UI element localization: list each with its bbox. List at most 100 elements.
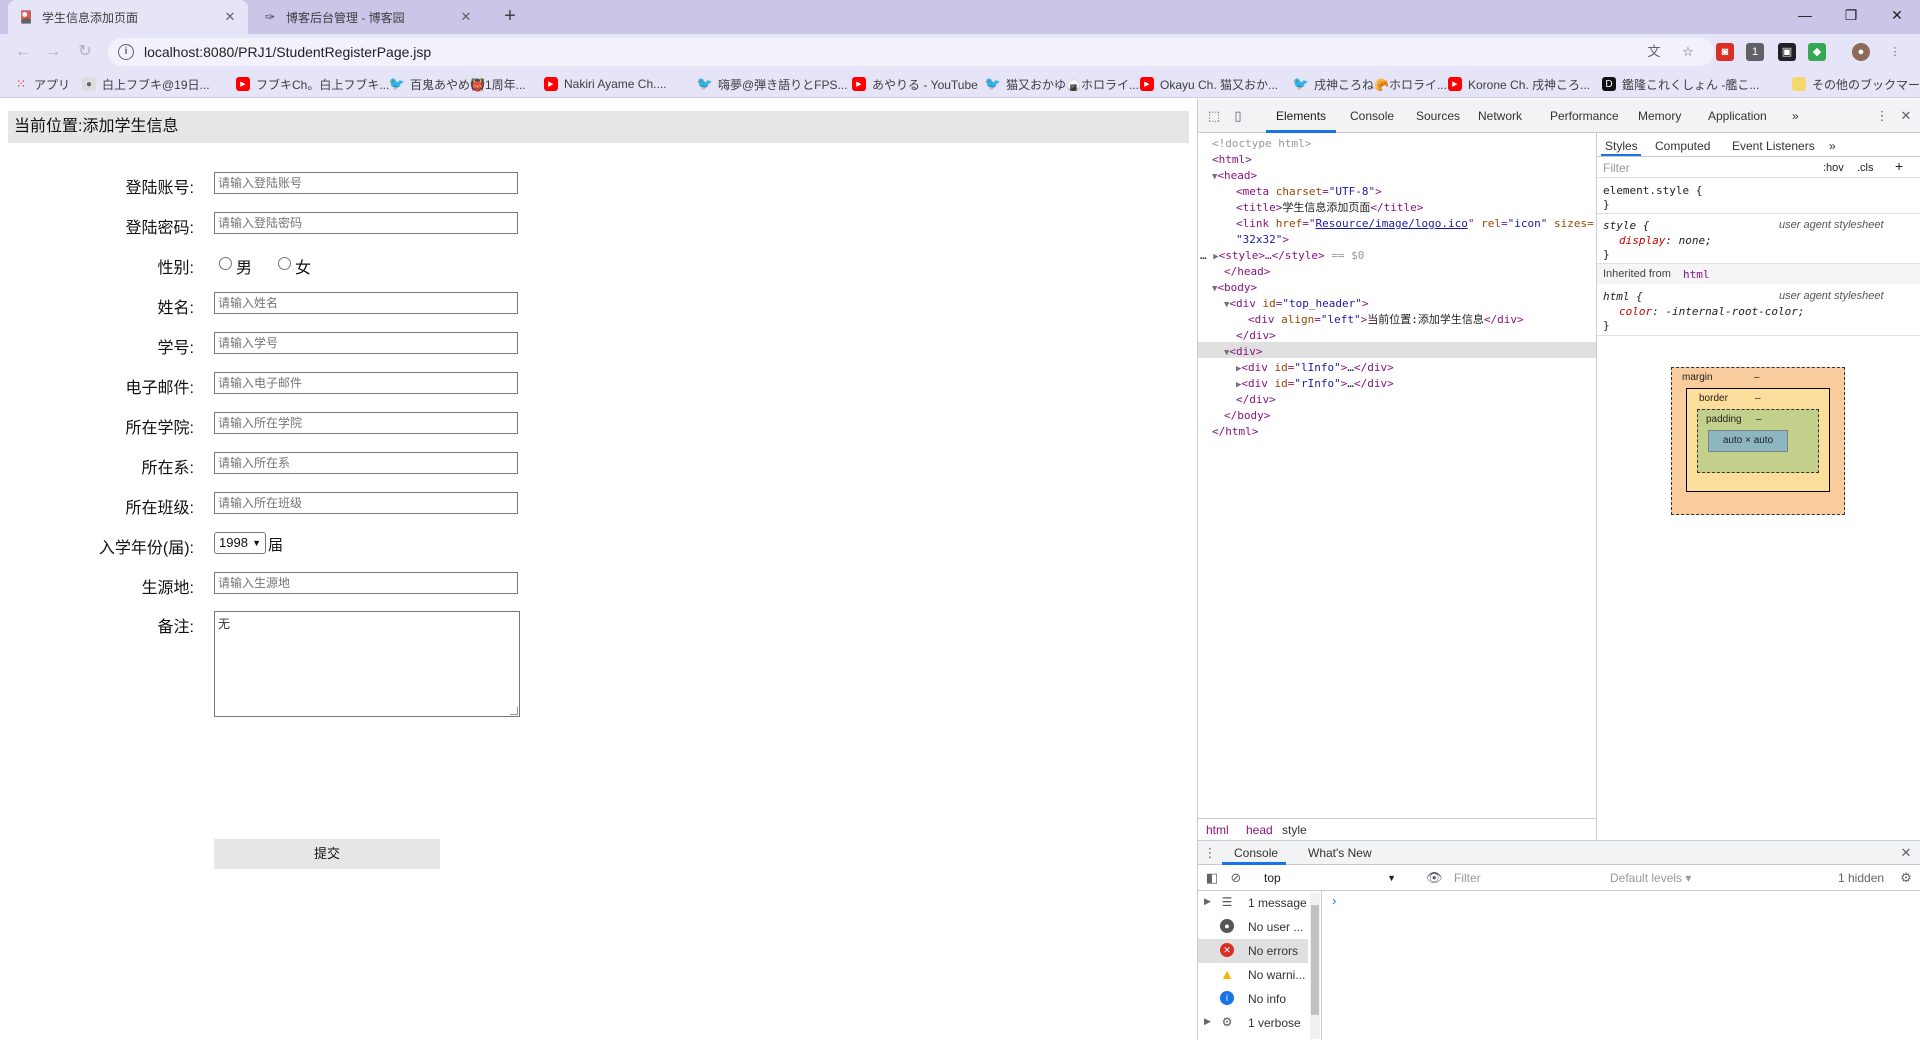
new-tab-button[interactable]: + xyxy=(498,5,522,29)
hov-toggle[interactable]: :hov xyxy=(1823,161,1844,176)
context-select[interactable]: top ▼ xyxy=(1264,868,1404,888)
tab-whats-new[interactable]: What's New xyxy=(1308,846,1372,860)
sidebar-toggle-icon[interactable]: ◧ xyxy=(1204,870,1220,886)
tab-sources[interactable]: Sources xyxy=(1416,109,1460,123)
tab-computed[interactable]: Computed xyxy=(1655,139,1710,153)
class-input[interactable]: 请输入所在班级 xyxy=(214,492,518,514)
dom-node[interactable]: <meta charset="UTF-8"> xyxy=(1236,184,1382,200)
tab-student-register[interactable]: 🎴 学生信息添加页面 ✕ xyxy=(8,0,248,34)
element-style-rule[interactable]: element.style { xyxy=(1603,183,1702,198)
password-input[interactable]: 请输入登陆密码 xyxy=(214,212,518,234)
bookmark-item[interactable]: 🐦 嗨夢@弾き語りとFPS... xyxy=(697,76,848,92)
bookmark-item[interactable]: ● 白上フブキ@19日... xyxy=(82,76,210,92)
star-icon[interactable]: ☆ xyxy=(1680,44,1696,60)
dom-node[interactable]: ▼<body> xyxy=(1212,280,1257,296)
close-window-button[interactable]: ✕ xyxy=(1874,0,1920,30)
more-tabs-icon[interactable]: » xyxy=(1829,139,1836,153)
name-input[interactable]: 请输入姓名 xyxy=(214,292,518,314)
console-filter-input[interactable]: Filter xyxy=(1454,871,1481,885)
dom-node[interactable]: <title>学生信息添加页面</title> xyxy=(1236,200,1423,216)
console-prompt[interactable]: › xyxy=(1332,893,1336,908)
sidebar-item-verbose[interactable]: ▶ ⚙ 1 verbose xyxy=(1198,1011,1308,1035)
add-rule-icon[interactable]: + xyxy=(1895,159,1903,174)
dom-node[interactable]: <html> xyxy=(1212,152,1252,168)
close-icon[interactable]: ✕ xyxy=(222,9,238,25)
forward-icon[interactable]: → xyxy=(42,41,64,63)
menu-icon[interactable]: ⋮ xyxy=(1202,845,1218,861)
close-icon[interactable]: ✕ xyxy=(1898,108,1914,124)
account-input[interactable]: 请输入登陆账号 xyxy=(214,172,518,194)
extension-icon[interactable]: ◆ xyxy=(1808,43,1826,61)
submit-button[interactable]: 提交 xyxy=(214,839,440,869)
bookmark-item[interactable]: ▶ フブキCh。白上フブキ... xyxy=(236,76,389,92)
gender-female-radio[interactable] xyxy=(278,257,291,270)
device-toolbar-icon[interactable]: ▯ xyxy=(1230,108,1246,124)
bookmark-item[interactable]: ▶ Korone Ch. 戌神ころ... xyxy=(1448,76,1590,92)
bookmark-item[interactable]: ▶ あやりる - YouTube xyxy=(852,76,978,92)
tab-console[interactable]: Console xyxy=(1234,846,1278,860)
bookmark-item[interactable]: ▶ Nakiri Ayame Ch.... xyxy=(544,76,666,92)
college-input[interactable]: 请输入所在学院 xyxy=(214,412,518,434)
tab-console[interactable]: Console xyxy=(1350,109,1394,123)
restore-button[interactable]: ❐ xyxy=(1828,0,1874,30)
tab-application[interactable]: Application xyxy=(1708,109,1767,123)
scrollbar-thumb[interactable] xyxy=(1311,905,1319,1015)
dom-node[interactable]: ▶<div id="rInfo">…</div> xyxy=(1236,376,1394,392)
breadcrumb-item[interactable]: style xyxy=(1282,823,1307,837)
extension-icon[interactable]: 1 xyxy=(1746,43,1764,61)
breadcrumb-item[interactable]: head xyxy=(1246,823,1273,837)
bookmark-item[interactable]: 🐦 猫又おかゆ🍙ホロライ... xyxy=(985,76,1139,92)
dom-node[interactable]: … ▶<style>…</style> == $0 xyxy=(1200,248,1364,264)
dom-node[interactable]: ▼<head> xyxy=(1212,168,1257,184)
dom-node[interactable]: <link href="Resource/image/logo.ico" rel… xyxy=(1236,216,1594,232)
tab-network[interactable]: Network xyxy=(1478,109,1522,123)
url-text[interactable]: localhost:8080/PRJ1/StudentRegisterPage.… xyxy=(144,44,431,60)
gear-icon[interactable]: ⚙ xyxy=(1898,870,1914,886)
reload-icon[interactable]: ↻ xyxy=(74,41,96,63)
dom-node[interactable]: </div> xyxy=(1236,392,1276,408)
resize-handle[interactable] xyxy=(510,707,518,715)
dom-node[interactable]: </head> xyxy=(1224,264,1270,280)
close-icon[interactable]: ✕ xyxy=(458,9,474,25)
sidebar-item-messages[interactable]: ▶ ☰ 1 message xyxy=(1198,891,1308,915)
breadcrumb-item[interactable]: html xyxy=(1206,823,1229,837)
dom-node[interactable]: <!doctype html> xyxy=(1212,136,1311,152)
dom-node[interactable]: ▼<div id="top_header"> xyxy=(1224,296,1369,312)
remark-textarea[interactable]: 无 xyxy=(214,611,520,717)
sidebar-item-warnings[interactable]: ▲ No warni... xyxy=(1198,963,1308,987)
tab-elements[interactable]: Elements xyxy=(1276,109,1326,123)
menu-icon[interactable]: ⋮ xyxy=(1886,43,1904,61)
extension-icon[interactable]: ▣ xyxy=(1778,43,1796,61)
pocket-icon[interactable]: ◙ xyxy=(1716,43,1734,61)
clear-console-icon[interactable]: ⊘ xyxy=(1228,870,1244,886)
log-levels-select[interactable]: Default levels ▾ xyxy=(1610,871,1691,885)
dom-node[interactable]: ▼<div> xyxy=(1224,344,1263,360)
back-icon[interactable]: ← xyxy=(12,41,34,63)
sidebar-item-info[interactable]: i No info xyxy=(1198,987,1308,1011)
dom-node[interactable]: </html> xyxy=(1212,424,1258,440)
inspect-icon[interactable]: ⬚ xyxy=(1206,108,1222,124)
inherited-tag[interactable]: html xyxy=(1683,267,1710,282)
sidebar-item-user[interactable]: ● No user ... xyxy=(1198,915,1308,939)
tab-event-listeners[interactable]: Event Listeners xyxy=(1732,139,1815,153)
other-bookmarks[interactable]: その他のブックマーク xyxy=(1792,76,1920,92)
tab-blog-admin[interactable]: ✑ 博客后台管理 - 博客园 ✕ xyxy=(252,0,484,34)
dom-node[interactable]: </div> xyxy=(1236,328,1276,344)
year-select[interactable]: 1998 ▼ xyxy=(214,532,266,554)
bookmark-apps[interactable]: ⁙ アプリ xyxy=(14,76,70,92)
bookmark-item[interactable]: ▶ Okayu Ch. 猫又おか... xyxy=(1140,76,1278,92)
tab-performance[interactable]: Performance xyxy=(1550,109,1619,123)
scrollbar[interactable] xyxy=(1310,893,1320,1039)
email-input[interactable]: 请输入电子邮件 xyxy=(214,372,518,394)
menu-icon[interactable]: ⋮ xyxy=(1874,108,1890,124)
bookmark-item[interactable]: D 鑑隆これくしょん -艦こ... xyxy=(1602,76,1759,92)
close-icon[interactable]: ✕ xyxy=(1898,845,1914,861)
origin-input[interactable]: 请输入生源地 xyxy=(214,572,518,594)
styles-filter-input[interactable]: Filter xyxy=(1603,161,1630,175)
bookmark-item[interactable]: 🐦 戌神ころね🥐ホロライ... xyxy=(1293,76,1447,92)
student-id-input[interactable]: 请输入学号 xyxy=(214,332,518,354)
tab-memory[interactable]: Memory xyxy=(1638,109,1681,123)
dom-node[interactable]: </body> xyxy=(1224,408,1270,424)
more-tabs-icon[interactable]: » xyxy=(1792,109,1799,123)
eye-icon[interactable]: 👁 xyxy=(1426,870,1443,886)
